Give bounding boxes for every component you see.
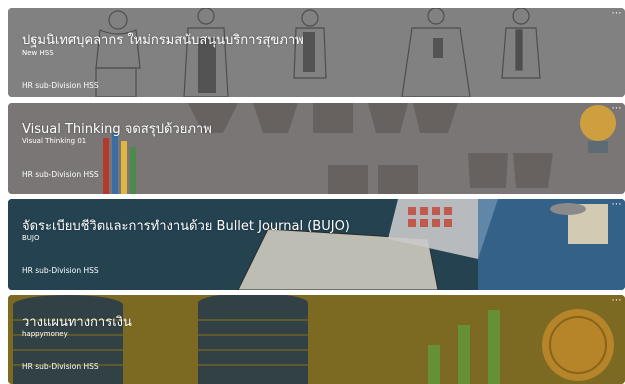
card-banner-illustration — [8, 295, 625, 384]
more-options-icon[interactable]: ⋯ — [610, 296, 622, 309]
card-banner-illustration — [8, 103, 625, 194]
course-department: HR sub-Division HSS — [22, 266, 99, 275]
course-title[interactable]: ปฐมนิเทศบุคลากร ใหม่กรมสนับสนุนบริการสุข… — [22, 29, 304, 50]
course-department: HR sub-Division HSS — [22, 362, 99, 371]
card-banner-illustration — [8, 8, 625, 97]
course-card-new-hss[interactable]: ปฐมนิเทศบุคลากร ใหม่กรมสนับสนุนบริการสุข… — [8, 8, 625, 97]
course-code: New HSS — [22, 49, 54, 57]
course-code: Visual Thinking 01 — [22, 137, 87, 145]
course-code: happymoney — [22, 330, 68, 338]
course-title[interactable]: จัดระเบียบชีวิตและการทำงานด้วย Bullet Jo… — [22, 215, 350, 236]
course-code: BUJO — [22, 234, 40, 242]
course-card-happymoney[interactable]: วางแผนทางการเงิน happymoney HR sub-Divis… — [8, 295, 625, 384]
more-options-icon[interactable]: ⋯ — [610, 9, 622, 22]
course-card-visual-thinking[interactable]: Visual Thinking จดสรุปด้วยภาพ Visual Thi… — [8, 103, 625, 194]
course-card-list: ปฐมนิเทศบุคลากร ใหม่กรมสนับสนุนบริการสุข… — [0, 0, 625, 384]
course-card-bujo[interactable]: จัดระเบียบชีวิตและการทำงานด้วย Bullet Jo… — [8, 199, 625, 290]
course-department: HR sub-Division HSS — [22, 170, 99, 179]
more-options-icon[interactable]: ⋯ — [610, 104, 622, 117]
course-title[interactable]: Visual Thinking จดสรุปด้วยภาพ — [22, 118, 212, 139]
card-banner-illustration — [8, 199, 625, 290]
course-title[interactable]: วางแผนทางการเงิน — [22, 311, 132, 332]
more-options-icon[interactable]: ⋯ — [610, 200, 622, 213]
course-department: HR sub-Division HSS — [22, 81, 99, 90]
